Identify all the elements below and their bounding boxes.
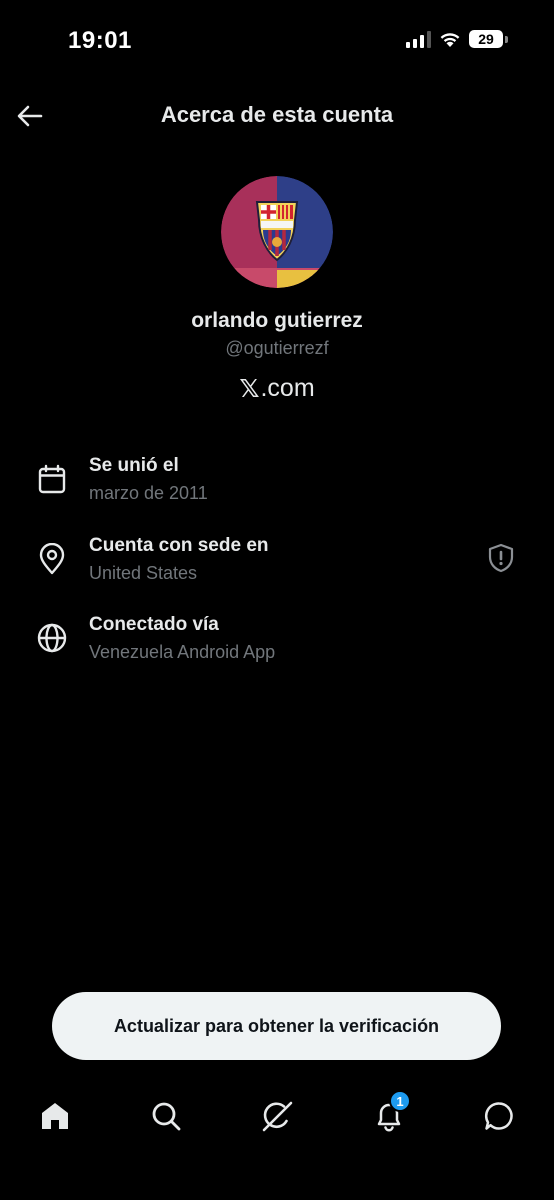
status-bar: 19:01 29 [0, 0, 554, 80]
header: Acerca de esta cuenta [0, 92, 554, 140]
page-title: Acerca de esta cuenta [160, 102, 394, 127]
tab-notifications[interactable]: 1 [367, 1090, 411, 1138]
tab-grok[interactable] [255, 1094, 299, 1138]
info-label: Se unió el [89, 455, 179, 476]
info-label: Conectado vía [89, 614, 219, 635]
cellular-signal-icon [406, 30, 431, 48]
info-value: United States [89, 563, 198, 583]
battery-level: 29 [478, 31, 494, 47]
location-pin-icon [39, 543, 65, 575]
info-value: Venezuela Android App [89, 642, 276, 662]
home-icon [42, 1103, 68, 1129]
domain-text: .com [260, 374, 315, 402]
fc-barcelona-crest-avatar [221, 176, 333, 288]
avatar[interactable] [221, 176, 333, 288]
globe-icon [37, 623, 67, 653]
domain-link[interactable]: 𝕏 .com [0, 374, 554, 403]
grok-icon [262, 1101, 293, 1132]
tab-messages[interactable] [477, 1094, 521, 1138]
bottom-tab-bar: 1 [0, 1082, 554, 1152]
get-verified-button[interactable]: Actualizar para obtener la verificación [52, 992, 501, 1060]
x-logo-mark: 𝕏 [239, 374, 260, 403]
tab-home[interactable] [33, 1094, 77, 1138]
user-handle: @ogutierrezf [225, 338, 329, 358]
info-value: marzo de 2011 [89, 483, 208, 503]
status-indicators: 29 [406, 30, 508, 48]
info-row-joined: Se unió el marzo de 2011 [0, 455, 554, 515]
info-row-connected: Conectado vía Venezuela Android App [0, 614, 554, 674]
info-row-location: Cuenta con sede en United States [0, 535, 554, 595]
tab-search[interactable] [144, 1094, 188, 1138]
status-time: 19:01 [68, 27, 132, 54]
message-icon [484, 1102, 513, 1130]
shield-icon[interactable] [486, 543, 516, 573]
calendar-icon [38, 464, 66, 494]
notification-badge: 1 [389, 1090, 411, 1112]
battery-icon: 29 [469, 30, 508, 48]
info-label: Cuenta con sede en [89, 535, 269, 556]
search-icon [152, 1102, 181, 1131]
wifi-icon [440, 32, 460, 47]
display-name: orlando gutierrez [191, 309, 363, 332]
